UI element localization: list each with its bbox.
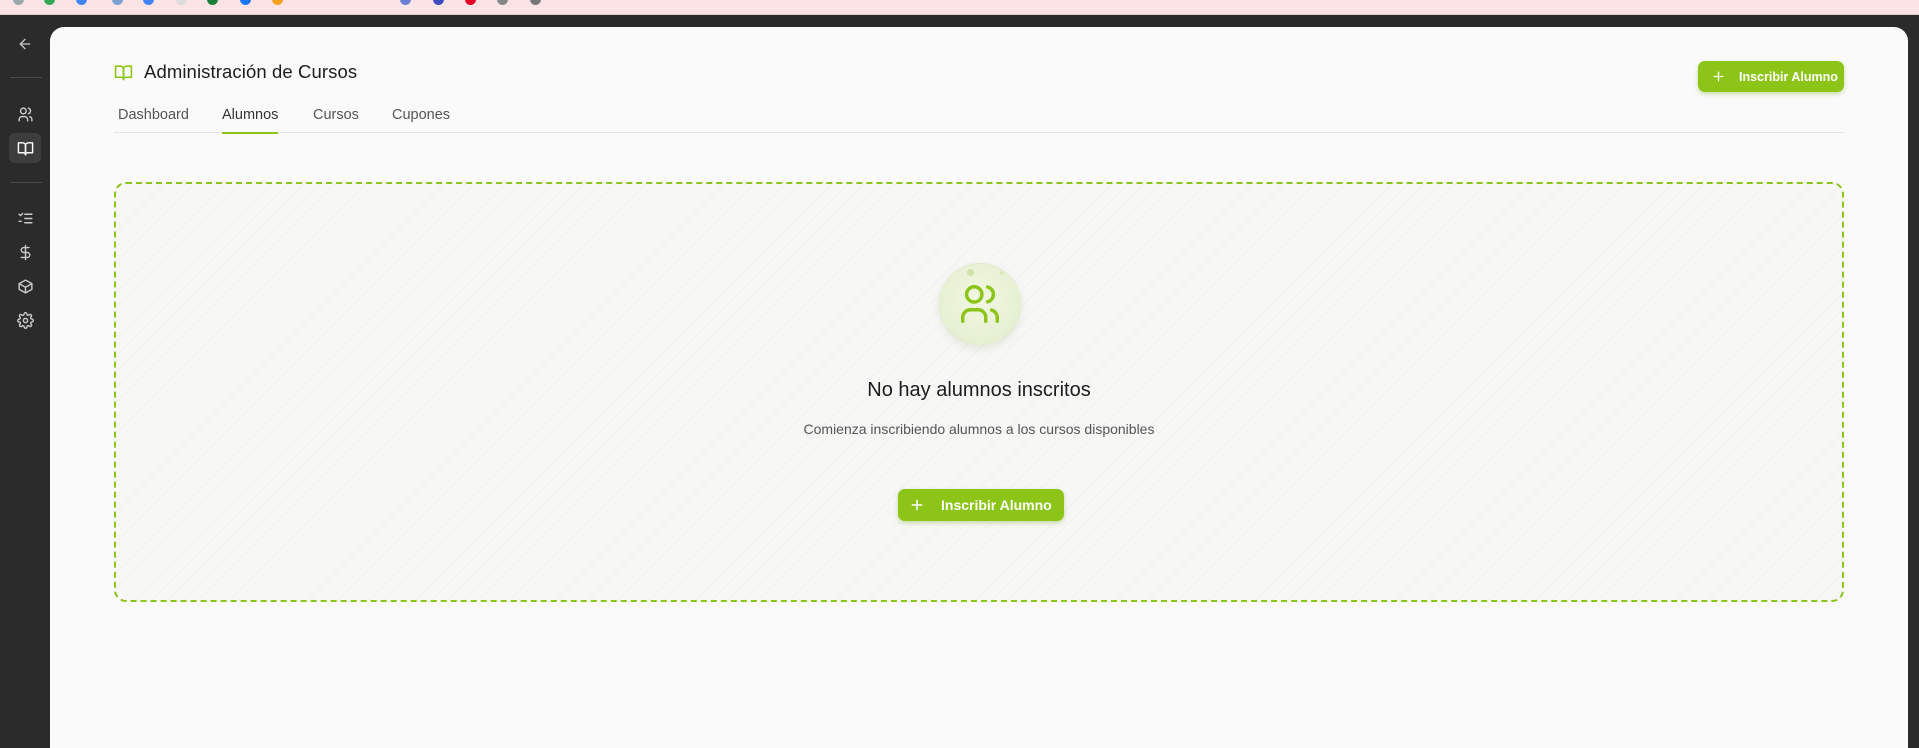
empty-state-subtitle: Comienza inscribiendo alumnos a los curs… (803, 421, 1155, 437)
bookmark-icon[interactable] (240, 0, 251, 5)
back-button[interactable] (9, 29, 41, 59)
bookmark-icon[interactable] (76, 0, 87, 5)
tab-cupones[interactable]: Cupones (392, 107, 450, 133)
enroll-student-button-label: Inscribir Alumno (1739, 69, 1838, 84)
decorative-dot (967, 269, 974, 276)
sidebar-item-courses[interactable] (9, 133, 41, 163)
sidebar-item-settings[interactable] (9, 305, 41, 335)
users-icon (17, 106, 33, 122)
empty-state: No hay alumnos inscritos Comienza inscri… (114, 182, 1844, 602)
dollar-icon (20, 244, 30, 260)
tab-alumnos[interactable]: Alumnos (222, 107, 279, 134)
empty-state-enroll-button-label: Inscribir Alumno (941, 497, 1052, 513)
page-header: Administración de Cursos (114, 61, 357, 83)
bookmark-icon[interactable] (207, 0, 218, 5)
decorative-dot (1000, 271, 1004, 275)
bookmark-icon[interactable] (143, 0, 154, 5)
bookmark-icon[interactable] (530, 0, 541, 5)
gear-icon (16, 311, 34, 329)
list-checks-icon (17, 212, 33, 223)
empty-state-title: No hay alumnos inscritos (867, 379, 1091, 401)
bookmark-icon[interactable] (13, 0, 24, 5)
empty-state-illustration (940, 264, 1020, 344)
bookmark-icon[interactable] (465, 0, 476, 5)
bookmark-icon[interactable] (176, 0, 187, 5)
tab-bar: Dashboard Alumnos Cursos Cupones (114, 107, 1844, 134)
icon-sidebar (0, 15, 50, 748)
empty-state-enroll-button[interactable]: Inscribir Alumno (898, 489, 1064, 521)
arrow-left-icon (19, 38, 31, 50)
tab-dashboard[interactable]: Dashboard (118, 107, 189, 133)
book-open-icon (17, 141, 33, 156)
bookmark-icon[interactable] (272, 0, 283, 5)
page-title: Administración de Cursos (144, 61, 358, 82)
sidebar-divider (10, 77, 42, 78)
users-icon (961, 285, 999, 323)
enroll-student-button[interactable]: Inscribir Alumno (1698, 61, 1844, 92)
plus-icon (910, 498, 924, 512)
bookmark-icon[interactable] (44, 0, 55, 5)
bookmark-icon[interactable] (112, 0, 123, 5)
browser-bookmarks-bar (0, 0, 1919, 15)
plus-icon (1712, 70, 1725, 83)
tab-cursos[interactable]: Cursos (313, 107, 359, 133)
sidebar-divider (10, 182, 42, 183)
sidebar-item-tasks[interactable] (9, 203, 41, 233)
sidebar-item-payments[interactable] (9, 237, 41, 267)
bookmark-icon[interactable] (400, 0, 411, 5)
sidebar-item-users[interactable] (9, 99, 41, 129)
book-open-icon (114, 63, 133, 82)
package-icon (17, 278, 33, 294)
bookmark-icon[interactable] (497, 0, 508, 5)
sidebar-item-products[interactable] (9, 271, 41, 301)
main-panel: Administración de Cursos Inscribir Alumn… (50, 27, 1908, 748)
bookmark-icon[interactable] (433, 0, 444, 5)
